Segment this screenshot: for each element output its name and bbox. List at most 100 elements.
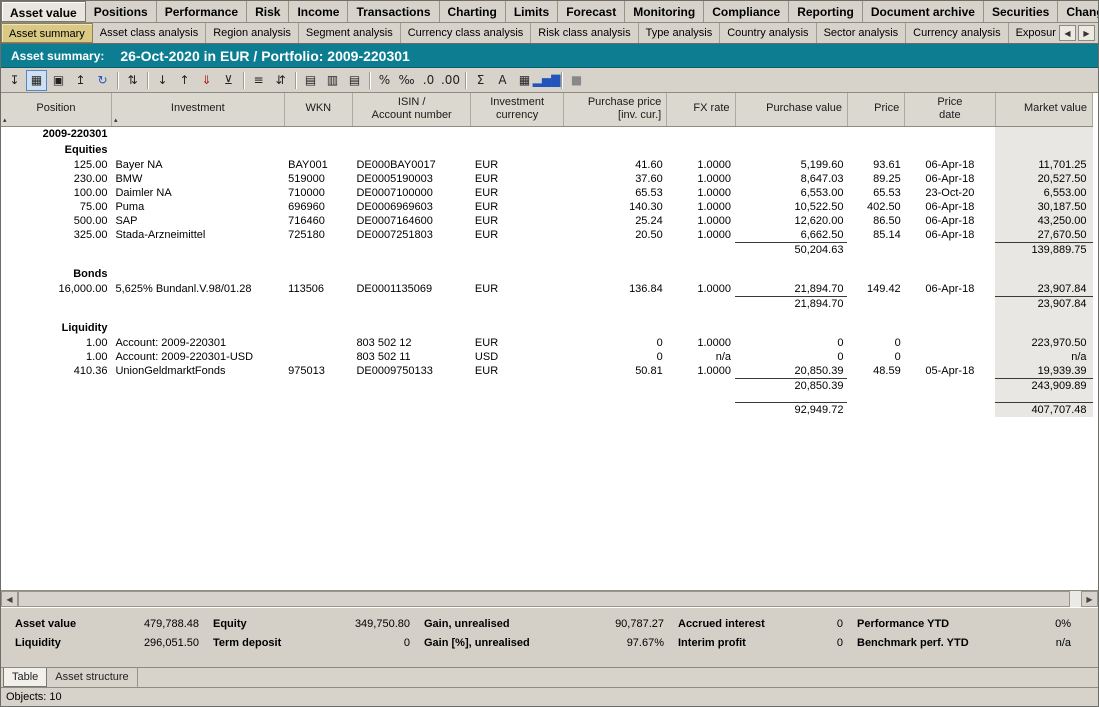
scrollbar-thumb[interactable]: [18, 591, 1070, 607]
column-header-purchase-price-inv-cur[interactable]: Purchase price[inv. cur.]: [563, 93, 666, 126]
subtotal-row: 20,850.39243,909.89: [1, 379, 1093, 394]
column-header-market-value[interactable]: Market value: [995, 93, 1092, 126]
view-title-prefix: Asset summary:: [11, 49, 104, 63]
status-bar: Objects: 10: [1, 687, 1098, 706]
permille-icon[interactable]: ‰: [396, 70, 417, 91]
align-left-icon[interactable]: ▤: [300, 70, 321, 91]
add-decimal-icon[interactable]: .0: [418, 70, 439, 91]
main-tab-change-tracking[interactable]: Change tracking: [1058, 1, 1099, 22]
main-tab-risk[interactable]: Risk: [247, 1, 289, 22]
sub-tab-type-analysis[interactable]: Type analysis: [639, 23, 721, 43]
summary-label-performance-ytd: Performance YTD: [857, 618, 1005, 630]
align-center-icon[interactable]: ▥: [322, 70, 343, 91]
summary-label-gain-unrealised: Gain, unrealised: [424, 618, 552, 630]
sub-tab-currency-analysis[interactable]: Currency analysis: [906, 23, 1008, 43]
sub-tab-asset-class-analysis[interactable]: Asset class analysis: [93, 23, 206, 43]
main-tab-transactions[interactable]: Transactions: [348, 1, 439, 22]
refresh-icon[interactable]: ↻: [92, 70, 113, 91]
summary-panel: Asset value479,788.48Equity349,750.80Gai…: [1, 607, 1098, 667]
column-header-purchase-value[interactable]: Purchase value: [735, 93, 847, 126]
table-chart-toggle-icon[interactable]: ▦: [26, 70, 47, 91]
sub-tab-currency-class-analysis[interactable]: Currency class analysis: [401, 23, 532, 43]
table-row[interactable]: 410.36UnionGeldmarktFonds975013DE0009750…: [1, 364, 1093, 379]
section-row[interactable]: Liquidity: [1, 320, 1093, 336]
table-row[interactable]: 500.00SAP716460DE0007164600EUR25.241.000…: [1, 214, 1093, 228]
horizontal-scrollbar[interactable]: ◀ ▶: [1, 590, 1098, 607]
table-row[interactable]: 230.00BMW519000DE0005190003EUR37.601.000…: [1, 172, 1093, 186]
section-label: Equities: [1, 142, 111, 158]
sub-tabs-scroll-right-button[interactable]: ▶: [1078, 25, 1095, 41]
table-row[interactable]: 1.00Account: 2009-220301-USD803 502 11US…: [1, 350, 1093, 364]
export-icon[interactable]: ↧: [4, 70, 25, 91]
bottom-tab-asset-structure[interactable]: Asset structure: [47, 668, 137, 687]
main-tab-document-archive[interactable]: Document archive: [863, 1, 984, 22]
main-tab-performance[interactable]: Performance: [157, 1, 247, 22]
bottom-tab-table[interactable]: Table: [3, 668, 47, 687]
summary-value-liquidity: 296,051.50: [124, 637, 199, 649]
column-header-isin-account-number[interactable]: ISIN /Account number: [352, 93, 470, 126]
main-tab-securities[interactable]: Securities: [984, 1, 1058, 22]
section-row[interactable]: Equities: [1, 142, 1093, 158]
main-tab-bar: Asset valuePositionsPerformanceRiskIncom…: [1, 1, 1098, 23]
column-header-price-date[interactable]: Pricedate: [905, 93, 995, 126]
sort-descending-icon[interactable]: ↑: [174, 70, 195, 91]
scroll-right-icon[interactable]: ▶: [1081, 591, 1098, 607]
sub-tab-sector-analysis[interactable]: Sector analysis: [817, 23, 907, 43]
sub-tab-exposure-analysis[interactable]: Exposure analysis: [1009, 23, 1056, 43]
remove-decimal-icon[interactable]: .00: [440, 70, 461, 91]
percent-icon[interactable]: %: [374, 70, 395, 91]
sub-tabs-scroll-left-button[interactable]: ◀: [1059, 25, 1076, 41]
filter-sort-icon[interactable]: ⇅: [122, 70, 143, 91]
sub-tab-country-analysis[interactable]: Country analysis: [720, 23, 816, 43]
send-icon[interactable]: ↥: [70, 70, 91, 91]
column-header-investment-currency[interactable]: Investmentcurrency: [471, 93, 563, 126]
scroll-left-icon[interactable]: ◀: [1, 591, 18, 607]
main-tab-limits[interactable]: Limits: [506, 1, 558, 22]
main-tab-asset-value[interactable]: Asset value: [1, 1, 86, 22]
main-tab-charting[interactable]: Charting: [440, 1, 506, 22]
tree-icon[interactable]: ⇵: [270, 70, 291, 91]
chart-icon[interactable]: ▂▅▇: [536, 70, 557, 91]
main-tab-income[interactable]: Income: [289, 1, 348, 22]
sub-tab-risk-class-analysis[interactable]: Risk class analysis: [531, 23, 638, 43]
list-icon[interactable]: ≡: [248, 70, 269, 91]
toolbar-separator: [369, 72, 370, 89]
sort-indicator-icon: ▴: [3, 117, 7, 126]
subtotal-icon[interactable]: ⊻: [218, 70, 239, 91]
table-row[interactable]: 75.00Puma696960DE0006969603EUR140.301.00…: [1, 200, 1093, 214]
app-window: Asset valuePositionsPerformanceRiskIncom…: [0, 0, 1099, 707]
summary-label-equity: Equity: [213, 618, 308, 630]
table-row[interactable]: 325.00Stada-Arzneimittel725180DE00072518…: [1, 228, 1093, 243]
scrollbar-track[interactable]: [18, 591, 1081, 607]
table-row[interactable]: 100.00Daimler NA710000DE0007100000EUR65.…: [1, 186, 1093, 200]
main-tab-forecast[interactable]: Forecast: [558, 1, 625, 22]
column-header-fx-rate[interactable]: FX rate: [667, 93, 735, 126]
column-header-price[interactable]: Price: [847, 93, 904, 126]
main-tab-monitoring[interactable]: Monitoring: [625, 1, 704, 22]
sub-tab-segment-analysis[interactable]: Segment analysis: [299, 23, 401, 43]
table-header-row: Position▴Investment▴WKNISIN /Account num…: [1, 93, 1093, 126]
sub-tab-region-analysis[interactable]: Region analysis: [206, 23, 299, 43]
font-icon[interactable]: A: [492, 70, 513, 91]
column-header-investment[interactable]: Investment▴: [111, 93, 284, 126]
sub-tab-asset-summary[interactable]: Asset summary: [1, 23, 93, 43]
main-tab-reporting[interactable]: Reporting: [789, 1, 863, 22]
column-header-position[interactable]: Position▴: [1, 93, 111, 126]
main-tab-positions[interactable]: Positions: [86, 1, 157, 22]
sort-ascending-icon[interactable]: ↓: [152, 70, 173, 91]
copy-icon[interactable]: ▣: [48, 70, 69, 91]
table-row[interactable]: 1.00Account: 2009-220301803 502 12EUR01.…: [1, 336, 1093, 350]
align-right-icon[interactable]: ▤: [344, 70, 365, 91]
summary-value-performance-ytd: 0%: [1019, 618, 1071, 630]
stop-icon[interactable]: ■: [566, 70, 587, 91]
section-row[interactable]: Bonds: [1, 266, 1093, 282]
summary-value-interim-profit: 0: [795, 637, 843, 649]
download-icon[interactable]: ⇓: [196, 70, 217, 91]
column-header-wkn[interactable]: WKN: [284, 93, 352, 126]
group-row[interactable]: 2009-220301: [1, 126, 1093, 142]
sum-icon[interactable]: Σ: [470, 70, 491, 91]
main-tab-compliance[interactable]: Compliance: [704, 1, 789, 22]
table-row[interactable]: 125.00Bayer NABAY001DE000BAY0017EUR41.60…: [1, 158, 1093, 172]
table-row[interactable]: 16,000.005,625% Bundanl.V.98/01.28113506…: [1, 282, 1093, 297]
view-title: 26-Oct-2020 in EUR / Portfolio: 2009-220…: [120, 48, 409, 64]
